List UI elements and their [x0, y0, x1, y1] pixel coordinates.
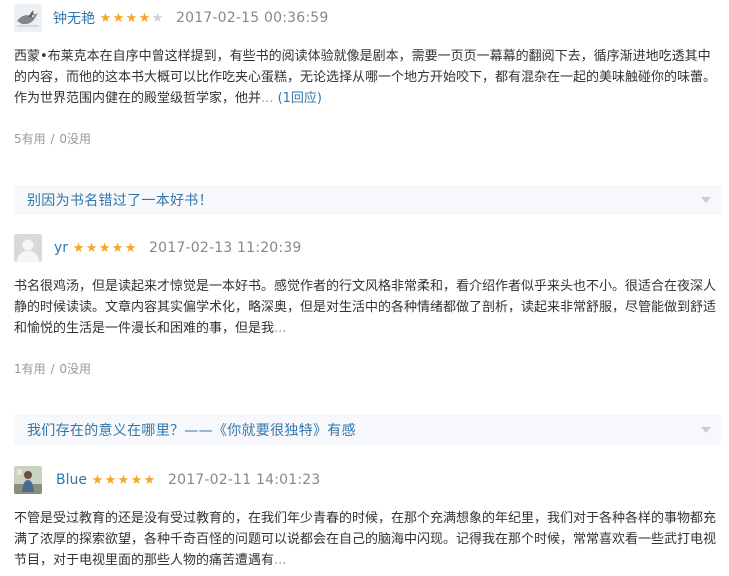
review-author[interactable]: 钟无艳 [53, 8, 95, 28]
star-icon: ★ [99, 10, 112, 26]
review-text: 不管是受过教育的还是没有受过教育的，在我们年少青春的时候，在那个充满想象的年纪里… [14, 511, 717, 568]
ellipsis: ... [274, 321, 287, 336]
review-excerpt: 西蒙•布莱克本在自序中曾这样提到，有些书的阅读体验就像是剧本，需要一页页一幕幕的… [14, 46, 719, 109]
star-icon: ★ [138, 10, 151, 26]
bird-avatar-icon[interactable] [14, 4, 42, 32]
rating-stars: ★ ★ ★ ★ ★ [99, 12, 164, 25]
review-header: Blue ★ ★ ★ ★ ★ 2017-02-11 14:01:23 [14, 465, 320, 495]
reply-count-link[interactable]: (1回应) [278, 91, 322, 106]
topic-bar[interactable]: 别因为书名错过了一本好书！ [14, 185, 721, 215]
star-icon: ★ [111, 240, 124, 256]
review-author[interactable]: Blue [56, 472, 87, 488]
review-author[interactable]: yr [54, 240, 68, 256]
star-icon: ★ [72, 240, 85, 256]
topic-title[interactable]: 我们存在的意义在哪里？——《你就要很独特》有感 [27, 420, 356, 440]
default-avatar-icon[interactable] [14, 234, 42, 262]
star-icon: ★ [117, 472, 130, 488]
star-icon: ★ [104, 472, 117, 488]
useless-count[interactable]: 0没用 [59, 362, 91, 376]
review-text: 书名很鸡汤，但是读起来才惊觉是一本好书。感觉作者的行文风格非常柔和，看介绍作者似… [14, 279, 717, 336]
star-empty-icon: ★ [151, 10, 164, 26]
vote-counts: 1有用 / 0没用 [14, 360, 91, 377]
ellipsis: ... [261, 91, 274, 106]
rating-stars: ★ ★ ★ ★ ★ [91, 474, 156, 487]
review-excerpt: 不管是受过教育的还是没有受过教育的，在我们年少青春的时候，在那个充满想象的年纪里… [14, 508, 719, 571]
useful-count[interactable]: 5有用 [14, 132, 46, 146]
star-icon: ★ [85, 240, 98, 256]
star-icon: ★ [112, 10, 125, 26]
star-icon: ★ [130, 472, 143, 488]
star-icon: ★ [98, 240, 111, 256]
review-date: 2017-02-13 11:20:39 [149, 240, 302, 256]
review-date: 2017-02-15 00:36:59 [176, 10, 329, 26]
ellipsis: ... [274, 553, 287, 568]
star-icon: ★ [124, 240, 137, 256]
review-header: 钟无艳 ★ ★ ★ ★ ★ 2017-02-15 00:36:59 [14, 3, 329, 33]
topic-title[interactable]: 别因为书名错过了一本好书！ [27, 190, 213, 210]
chevron-down-icon[interactable] [701, 197, 711, 203]
chevron-down-icon[interactable] [701, 427, 711, 433]
star-icon: ★ [143, 472, 156, 488]
review-text: 西蒙•布莱克本在自序中曾这样提到，有些书的阅读体验就像是剧本，需要一页页一幕幕的… [14, 49, 717, 106]
topic-bar[interactable]: 我们存在的意义在哪里？——《你就要很独特》有感 [14, 415, 721, 445]
review-date: 2017-02-11 14:01:23 [167, 472, 321, 488]
star-icon: ★ [125, 10, 138, 26]
vote-separator: / [46, 362, 59, 376]
vote-separator: / [46, 132, 59, 146]
useless-count[interactable]: 0没用 [59, 132, 91, 146]
rating-stars: ★ ★ ★ ★ ★ [72, 242, 137, 255]
photo-avatar-icon[interactable] [14, 466, 42, 494]
star-icon: ★ [91, 472, 104, 488]
review-header: yr ★ ★ ★ ★ ★ 2017-02-13 11:20:39 [14, 233, 302, 263]
review-excerpt: 书名很鸡汤，但是读起来才惊觉是一本好书。感觉作者的行文风格非常柔和，看介绍作者似… [14, 276, 719, 339]
vote-counts: 5有用 / 0没用 [14, 130, 91, 147]
useful-count[interactable]: 1有用 [14, 362, 46, 376]
